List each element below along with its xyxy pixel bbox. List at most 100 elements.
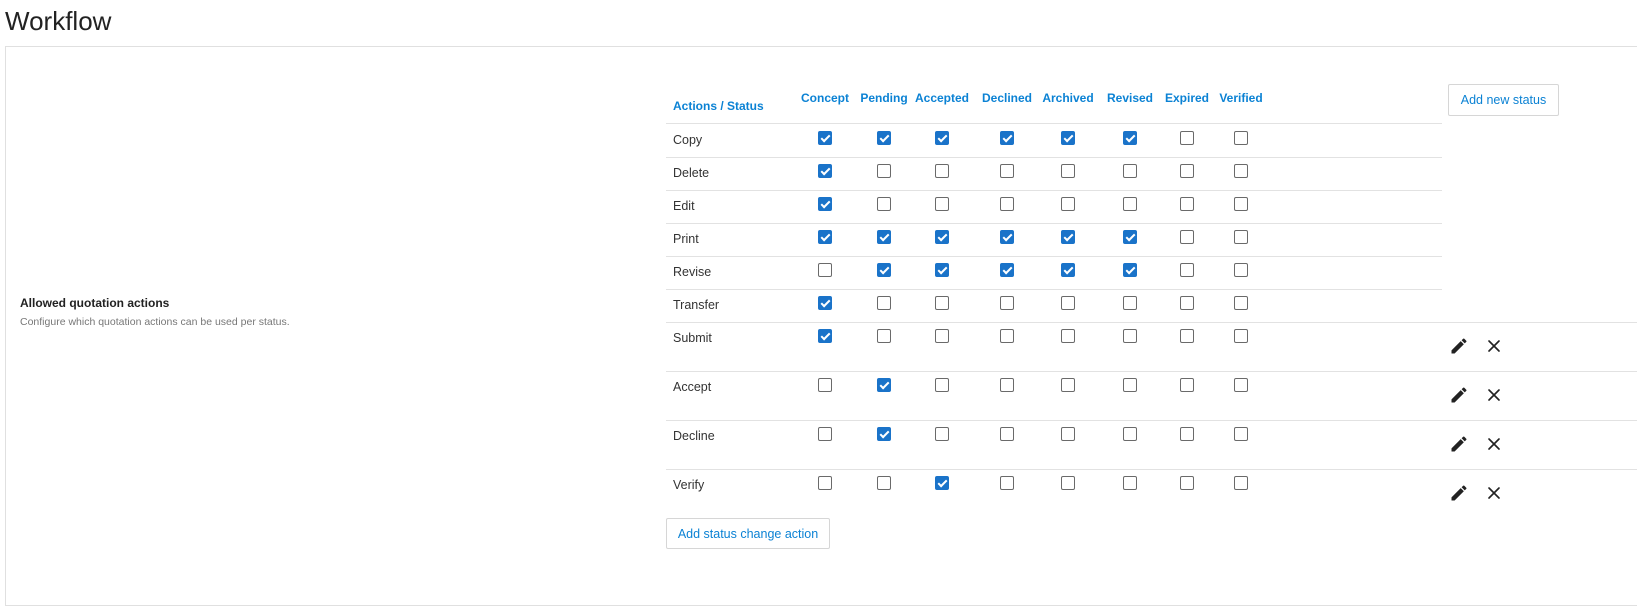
row-divider <box>666 469 1637 470</box>
checkbox-print-expired[interactable] <box>1180 230 1194 244</box>
checkbox-print-verified[interactable] <box>1234 230 1248 244</box>
checkbox-transfer-expired[interactable] <box>1180 296 1194 310</box>
checkbox-transfer-verified[interactable] <box>1234 296 1248 310</box>
checkbox-delete-declined[interactable] <box>1000 164 1014 178</box>
checkbox-transfer-archived[interactable] <box>1061 296 1075 310</box>
checkbox-transfer-pending[interactable] <box>877 296 891 310</box>
checkbox-decline-verified[interactable] <box>1234 427 1248 441</box>
checkbox-transfer-declined[interactable] <box>1000 296 1014 310</box>
checkbox-verify-concept[interactable] <box>818 476 832 490</box>
checkbox-revise-archived[interactable] <box>1061 263 1075 277</box>
checkbox-decline-declined[interactable] <box>1000 427 1014 441</box>
page-title: Workflow <box>5 6 112 36</box>
checkbox-edit-revised[interactable] <box>1123 197 1137 211</box>
checkbox-print-concept[interactable] <box>818 230 832 244</box>
checkbox-decline-concept[interactable] <box>818 427 832 441</box>
checkbox-edit-concept[interactable] <box>818 197 832 211</box>
checkbox-copy-archived[interactable] <box>1061 131 1075 145</box>
checkbox-delete-verified[interactable] <box>1234 164 1248 178</box>
checkbox-submit-concept[interactable] <box>818 329 832 343</box>
row-label-edit: Edit <box>673 199 695 213</box>
checkbox-submit-verified[interactable] <box>1234 329 1248 343</box>
checkbox-accept-revised[interactable] <box>1123 378 1137 392</box>
checkbox-transfer-concept[interactable] <box>818 296 832 310</box>
checkbox-submit-declined[interactable] <box>1000 329 1014 343</box>
checkbox-accept-archived[interactable] <box>1061 378 1075 392</box>
row-divider <box>666 157 1442 158</box>
checkbox-print-accepted[interactable] <box>935 230 949 244</box>
checkbox-verify-revised[interactable] <box>1123 476 1137 490</box>
checkbox-delete-revised[interactable] <box>1123 164 1137 178</box>
row-label-revise: Revise <box>673 265 712 279</box>
checkbox-delete-expired[interactable] <box>1180 164 1194 178</box>
checkbox-submit-pending[interactable] <box>877 329 891 343</box>
checkbox-decline-pending[interactable] <box>877 427 891 441</box>
checkbox-delete-archived[interactable] <box>1061 164 1075 178</box>
checkbox-copy-accepted[interactable] <box>935 131 949 145</box>
checkbox-transfer-revised[interactable] <box>1123 296 1137 310</box>
checkbox-edit-declined[interactable] <box>1000 197 1014 211</box>
checkbox-copy-verified[interactable] <box>1234 131 1248 145</box>
checkbox-decline-revised[interactable] <box>1123 427 1137 441</box>
checkbox-revise-accepted[interactable] <box>935 263 949 277</box>
pencil-icon[interactable] <box>1449 385 1469 405</box>
row-label-decline: Decline <box>673 429 715 443</box>
row-divider <box>666 322 1637 323</box>
checkbox-delete-accepted[interactable] <box>935 164 949 178</box>
checkbox-verify-pending[interactable] <box>877 476 891 490</box>
close-icon[interactable] <box>1484 483 1504 503</box>
pencil-icon[interactable] <box>1449 483 1469 503</box>
checkbox-edit-pending[interactable] <box>877 197 891 211</box>
checkbox-copy-revised[interactable] <box>1123 131 1137 145</box>
checkbox-edit-expired[interactable] <box>1180 197 1194 211</box>
checkbox-copy-concept[interactable] <box>818 131 832 145</box>
checkbox-submit-revised[interactable] <box>1123 329 1137 343</box>
checkbox-edit-verified[interactable] <box>1234 197 1248 211</box>
checkbox-revise-verified[interactable] <box>1234 263 1248 277</box>
close-icon[interactable] <box>1484 434 1504 454</box>
checkbox-decline-archived[interactable] <box>1061 427 1075 441</box>
checkbox-delete-concept[interactable] <box>818 164 832 178</box>
checkbox-revise-pending[interactable] <box>877 263 891 277</box>
checkbox-verify-declined[interactable] <box>1000 476 1014 490</box>
checkbox-edit-archived[interactable] <box>1061 197 1075 211</box>
add-new-status-button[interactable]: Add new status <box>1448 84 1559 116</box>
checkbox-verify-expired[interactable] <box>1180 476 1194 490</box>
checkbox-copy-expired[interactable] <box>1180 131 1194 145</box>
checkbox-print-archived[interactable] <box>1061 230 1075 244</box>
checkbox-decline-expired[interactable] <box>1180 427 1194 441</box>
add-status-change-action-button[interactable]: Add status change action <box>666 518 830 549</box>
checkbox-revise-concept[interactable] <box>818 263 832 277</box>
checkbox-accept-expired[interactable] <box>1180 378 1194 392</box>
checkbox-revise-expired[interactable] <box>1180 263 1194 277</box>
status-header-pending: Pending <box>860 91 908 105</box>
pencil-icon[interactable] <box>1449 336 1469 356</box>
checkbox-revise-declined[interactable] <box>1000 263 1014 277</box>
checkbox-revise-revised[interactable] <box>1123 263 1137 277</box>
checkbox-verify-verified[interactable] <box>1234 476 1248 490</box>
checkbox-transfer-accepted[interactable] <box>935 296 949 310</box>
checkbox-edit-accepted[interactable] <box>935 197 949 211</box>
checkbox-print-declined[interactable] <box>1000 230 1014 244</box>
pencil-icon[interactable] <box>1449 434 1469 454</box>
checkbox-print-revised[interactable] <box>1123 230 1137 244</box>
checkbox-verify-archived[interactable] <box>1061 476 1075 490</box>
close-icon[interactable] <box>1484 336 1504 356</box>
checkbox-delete-pending[interactable] <box>877 164 891 178</box>
checkbox-decline-accepted[interactable] <box>935 427 949 441</box>
checkbox-submit-expired[interactable] <box>1180 329 1194 343</box>
checkbox-accept-verified[interactable] <box>1234 378 1248 392</box>
checkbox-copy-declined[interactable] <box>1000 131 1014 145</box>
checkbox-submit-accepted[interactable] <box>935 329 949 343</box>
checkbox-submit-archived[interactable] <box>1061 329 1075 343</box>
checkbox-copy-pending[interactable] <box>877 131 891 145</box>
checkbox-accept-pending[interactable] <box>877 378 891 392</box>
close-icon[interactable] <box>1484 385 1504 405</box>
checkbox-verify-accepted[interactable] <box>935 476 949 490</box>
checkbox-print-pending[interactable] <box>877 230 891 244</box>
row-divider <box>666 123 1442 124</box>
status-header-concept: Concept <box>801 91 849 105</box>
checkbox-accept-concept[interactable] <box>818 378 832 392</box>
checkbox-accept-declined[interactable] <box>1000 378 1014 392</box>
checkbox-accept-accepted[interactable] <box>935 378 949 392</box>
